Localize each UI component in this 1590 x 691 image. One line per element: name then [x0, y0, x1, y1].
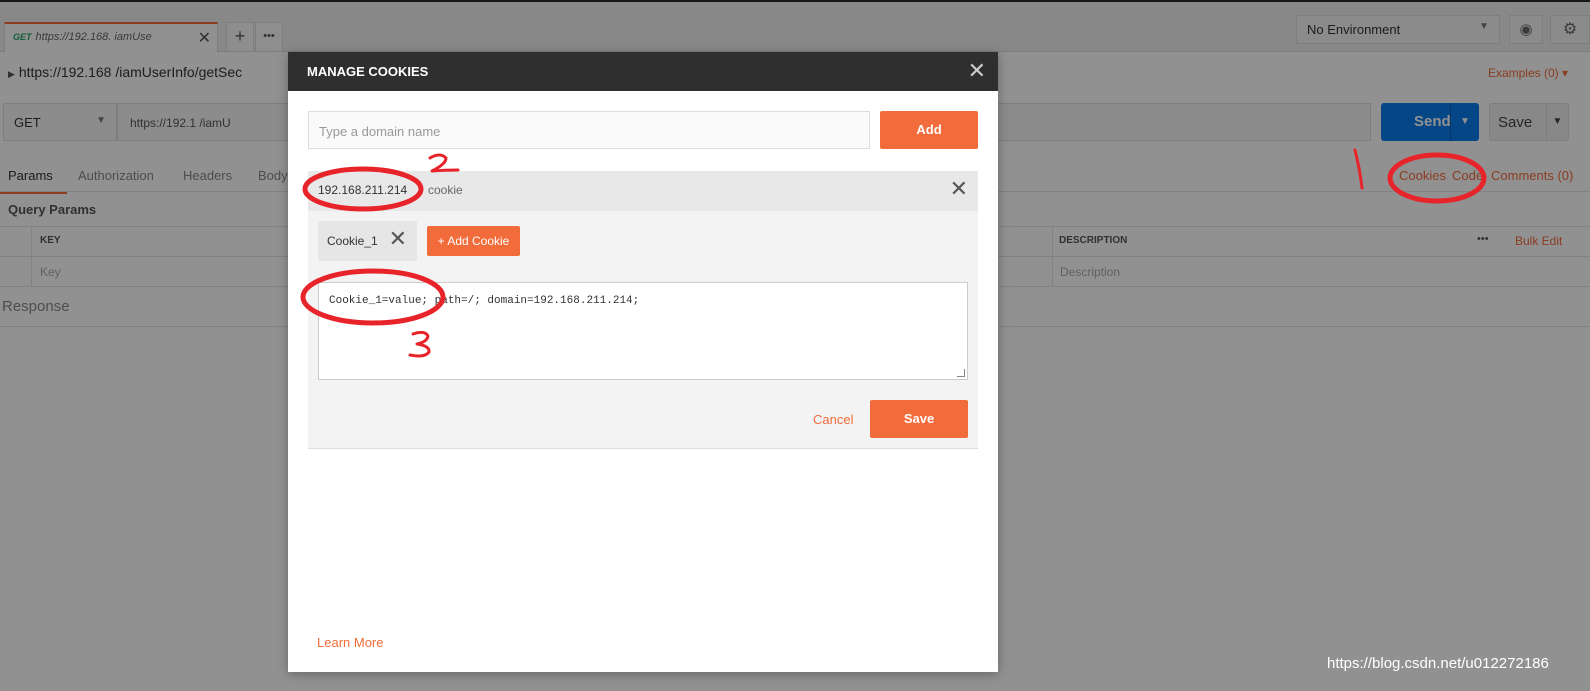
cookie-chip-label: Cookie_1: [327, 234, 378, 248]
learn-more-link[interactable]: Learn More: [317, 635, 383, 650]
save-cookie-button[interactable]: Save: [870, 400, 968, 438]
modal-header: MANAGE COOKIES ✕: [288, 52, 998, 91]
close-icon[interactable]: ✕: [950, 176, 968, 202]
domain-name-input[interactable]: Type a domain name: [308, 111, 870, 149]
manage-cookies-modal: MANAGE COOKIES ✕ Type a domain name Add …: [288, 52, 998, 672]
cookie-string: Cookie_1=value; path=/; domain=192.168.2…: [329, 295, 640, 307]
add-domain-button[interactable]: Add: [880, 111, 978, 149]
add-cookie-button[interactable]: + Add Cookie: [427, 226, 520, 256]
cookie-editor[interactable]: Cookie_1=value; path=/; domain=192.168.2…: [318, 282, 968, 380]
watermark: https://blog.csdn.net/u012272186: [1327, 655, 1549, 672]
domain-name[interactable]: 192.168.211.214: [318, 183, 407, 197]
close-icon[interactable]: ✕: [389, 226, 407, 252]
cancel-button[interactable]: Cancel: [813, 412, 853, 427]
domain-panel: 192.168.211.214 cookie ✕ Cookie_1 ✕ + Ad…: [308, 171, 978, 449]
domain-header: 192.168.211.214 cookie ✕: [308, 171, 978, 211]
close-icon[interactable]: ✕: [968, 58, 986, 84]
cookie-chip[interactable]: Cookie_1 ✕: [318, 221, 417, 261]
modal-title: MANAGE COOKIES: [307, 64, 429, 79]
domain-cookie-count: cookie: [428, 183, 463, 197]
resize-handle[interactable]: [957, 369, 965, 377]
